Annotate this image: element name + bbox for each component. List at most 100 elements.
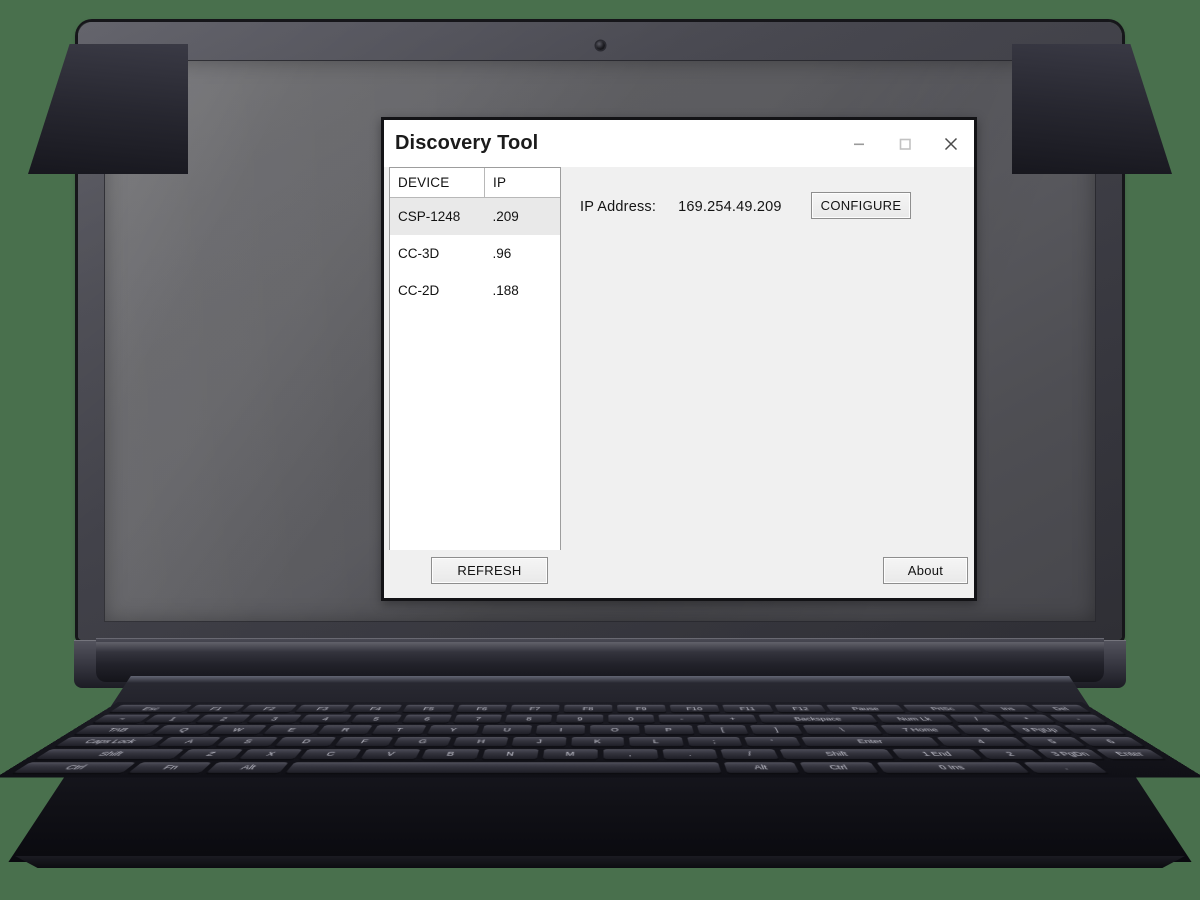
maximize-button[interactable] <box>882 121 928 167</box>
key-slash[interactable]: / <box>720 749 780 759</box>
key-f8[interactable]: F8 <box>563 704 613 713</box>
refresh-button[interactable]: REFRESH <box>431 557 548 584</box>
key-backspace[interactable]: Backspace <box>758 714 879 723</box>
key-f10[interactable]: F10 <box>669 704 720 713</box>
key-ctrl-right[interactable]: Ctrl <box>799 762 879 773</box>
key-esc[interactable]: Esc <box>109 704 193 713</box>
key-2[interactable]: 2 <box>195 714 252 723</box>
key-ctrl-left[interactable]: Ctrl <box>13 762 136 773</box>
key-a[interactable]: A <box>157 736 222 747</box>
key-r[interactable]: R <box>317 725 373 734</box>
key-fn[interactable]: Fn <box>128 762 213 773</box>
key-5[interactable]: 5 <box>350 714 402 723</box>
laptop-front-lip <box>15 856 1185 868</box>
key-k[interactable]: K <box>570 736 625 747</box>
configure-button[interactable]: CONFIGURE <box>811 192 911 219</box>
key-c[interactable]: C <box>299 749 362 759</box>
key-3[interactable]: 3 <box>247 714 302 723</box>
cell-device-name: CC-3D <box>390 235 485 272</box>
key-l[interactable]: L <box>629 736 684 747</box>
key-g[interactable]: G <box>393 736 452 747</box>
device-table-body: CSP-1248 .209 CC-3D .96 CC-2D .188 <box>390 197 560 309</box>
table-row[interactable]: CC-3D .96 <box>390 235 560 272</box>
key-i[interactable]: I <box>535 725 586 734</box>
key-o[interactable]: O <box>590 725 640 734</box>
key-tab[interactable]: TAB <box>75 725 161 734</box>
key-9[interactable]: 9 <box>556 714 603 723</box>
table-row[interactable]: CC-2D .188 <box>390 272 560 309</box>
key-j[interactable]: J <box>511 736 567 747</box>
window-body: DEVICE IP CSP-1248 .209 CC-3D .96 CC-2D … <box>384 167 974 557</box>
key-numpad-1[interactable]: 1 End <box>892 749 983 759</box>
key-v[interactable]: V <box>360 749 421 759</box>
keyboard-row-qwerty: TAB Q W E R T Y U I O P [ ] \ 7 Home 8 9… <box>75 725 1125 734</box>
key-f7[interactable]: F7 <box>509 704 560 713</box>
key-7[interactable]: 7 <box>453 714 503 723</box>
key-b[interactable]: B <box>420 749 480 759</box>
key-n[interactable]: N <box>481 749 539 759</box>
key-6[interactable]: 6 <box>402 714 452 723</box>
ip-address-value: 169.254.49.209 <box>678 199 782 215</box>
minimize-button[interactable] <box>836 121 882 167</box>
cell-device-ip: .188 <box>484 272 560 309</box>
key-s[interactable]: S <box>216 736 279 747</box>
key-p[interactable]: P <box>643 725 695 734</box>
key-h[interactable]: H <box>452 736 509 747</box>
key-w[interactable]: W <box>208 725 267 734</box>
key-z[interactable]: Z <box>178 749 244 759</box>
key-semicolon[interactable]: ; <box>686 736 743 747</box>
palm-rest-left <box>28 44 188 174</box>
key-f[interactable]: F <box>334 736 394 747</box>
key-quote[interactable]: ' <box>744 736 802 747</box>
key-f5[interactable]: F5 <box>402 704 455 713</box>
key-f12[interactable]: F12 <box>774 704 828 713</box>
table-header-row: DEVICE IP <box>390 168 560 198</box>
key-8[interactable]: 8 <box>505 714 553 723</box>
key-pause[interactable]: Pause <box>826 704 905 713</box>
key-enter[interactable]: Enter <box>801 736 941 747</box>
ip-address-label: IP Address: <box>580 199 657 215</box>
key-bracket-right[interactable]: ] <box>750 725 804 734</box>
key-numpad-0[interactable]: 0 Ins <box>876 762 1030 773</box>
key-f3[interactable]: F3 <box>295 704 350 713</box>
key-u[interactable]: U <box>481 725 533 734</box>
key-alt-left[interactable]: Alt <box>206 762 289 773</box>
key-d[interactable]: D <box>275 736 337 747</box>
key-f1[interactable]: F1 <box>187 704 245 713</box>
key-f2[interactable]: F2 <box>241 704 298 713</box>
key-1[interactable]: 1 <box>144 714 201 723</box>
key-e[interactable]: E <box>263 725 320 734</box>
key-y[interactable]: Y <box>426 725 480 734</box>
key-tilde[interactable]: ~ <box>92 714 151 723</box>
key-alt-right[interactable]: Alt <box>723 762 800 773</box>
key-q[interactable]: Q <box>154 725 214 734</box>
key-minus[interactable]: - <box>658 714 706 723</box>
key-f6[interactable]: F6 <box>456 704 508 713</box>
key-m[interactable]: M <box>542 749 598 759</box>
key-f9[interactable]: F9 <box>616 704 666 713</box>
device-list-panel[interactable]: DEVICE IP CSP-1248 .209 CC-3D .96 CC-2D … <box>389 167 561 557</box>
close-button[interactable] <box>928 121 974 167</box>
key-f11[interactable]: F11 <box>721 704 774 713</box>
key-shift-right[interactable]: Shift <box>779 749 895 759</box>
key-capslock[interactable]: Caps Lock <box>55 736 164 747</box>
key-0[interactable]: 0 <box>607 714 655 723</box>
key-x[interactable]: X <box>238 749 303 759</box>
key-shift-left[interactable]: Shift <box>35 749 185 759</box>
key-4[interactable]: 4 <box>299 714 352 723</box>
key-comma[interactable]: , <box>602 749 658 759</box>
key-numpad-7[interactable]: 7 Home <box>880 725 962 734</box>
key-t[interactable]: T <box>372 725 426 734</box>
cell-device-name: CSP-1248 <box>390 197 485 235</box>
key-bracket-left[interactable]: [ <box>696 725 749 734</box>
key-backslash[interactable]: \ <box>803 725 883 734</box>
device-table-head: DEVICE IP <box>390 168 560 198</box>
key-f4[interactable]: F4 <box>348 704 403 713</box>
key-space[interactable] <box>285 762 721 773</box>
key-numlock[interactable]: Num Lk <box>876 714 953 723</box>
key-period[interactable]: . <box>661 749 719 759</box>
table-row[interactable]: CSP-1248 .209 <box>390 197 560 235</box>
key-equals[interactable]: + <box>708 714 758 723</box>
cell-device-ip: .96 <box>484 235 560 272</box>
about-button[interactable]: About <box>883 557 968 584</box>
